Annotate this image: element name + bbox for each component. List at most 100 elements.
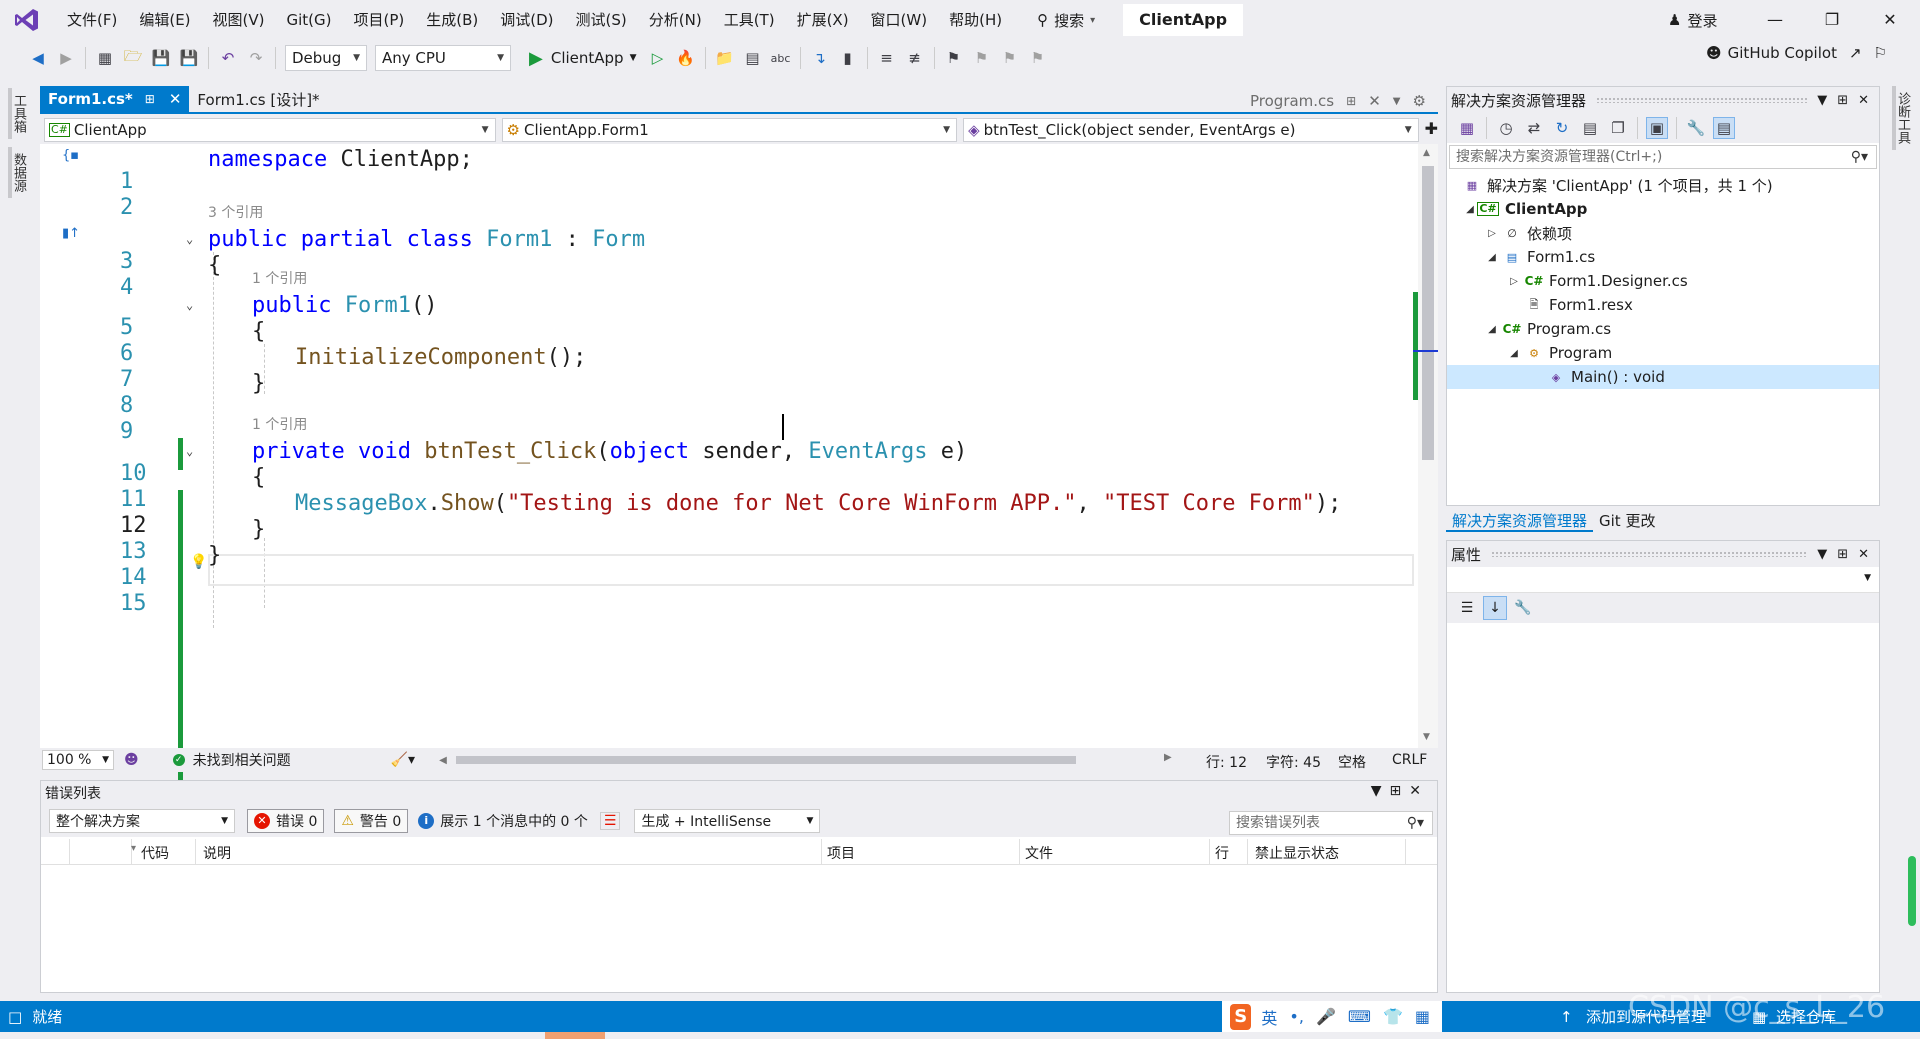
alphabetical-icon[interactable]: ↓	[1483, 596, 1507, 620]
menu-view[interactable]: 视图(V)	[202, 0, 276, 40]
menu-test[interactable]: 测试(S)	[565, 0, 638, 40]
codelens-references[interactable]: 3 个引用	[208, 202, 263, 222]
tab-overflow-icon[interactable]: ▼	[1393, 96, 1401, 107]
refresh-icon[interactable]: ↻	[1551, 117, 1573, 139]
tree-item-dependencies[interactable]: ▷ ∅ 依赖项	[1447, 221, 1879, 245]
code-editor[interactable]: {▪ ▮↑ 1 namespace ClientApp; 2 3 个引用 3 ⌄…	[40, 144, 1418, 794]
undo-icon[interactable]: ↶	[217, 47, 239, 69]
column-code[interactable]: 代码	[141, 843, 169, 863]
build-filter-dropdown[interactable]: 生成 + IntelliSense ▼	[634, 809, 821, 833]
menu-git[interactable]: Git(G)	[276, 0, 343, 40]
menu-extensions[interactable]: 扩展(X)	[786, 0, 860, 40]
save-icon[interactable]: 💾	[150, 47, 172, 69]
toolbox-grid-icon[interactable]: ▦	[1415, 1007, 1430, 1026]
start-without-debugging-icon[interactable]: ▷	[647, 47, 669, 69]
tree-item-form1-resx[interactable]: 🗎 Form1.resx	[1447, 293, 1879, 317]
new-project-icon[interactable]: ▦	[94, 47, 116, 69]
char-position[interactable]: 字符: 45	[1266, 752, 1321, 772]
project-dropdown[interactable]: C# ClientApp ▼	[44, 118, 496, 142]
tab-git-changes[interactable]: Git 更改	[1593, 508, 1661, 532]
close-tab-icon[interactable]: ✕	[1368, 92, 1381, 110]
filter-pending-icon[interactable]: ▣	[1646, 117, 1668, 139]
panel-menu-icon[interactable]: ▼	[1817, 547, 1827, 562]
drag-handle[interactable]	[1491, 551, 1808, 557]
issues-status[interactable]: 未找到相关问题	[193, 750, 291, 770]
close-window-button[interactable]: ✕	[1862, 0, 1918, 40]
expanded-icon[interactable]: ◢	[1485, 324, 1499, 335]
errors-filter-button[interactable]: ✕ 错误 0	[247, 809, 325, 833]
whitespace-mode[interactable]: 空格	[1338, 752, 1366, 772]
history-icon[interactable]: ◷	[1495, 117, 1517, 139]
properties-wrench-icon[interactable]: 🔧	[1685, 117, 1707, 139]
member-dropdown[interactable]: ◈ btnTest_Click(object sender, EventArgs…	[963, 118, 1419, 142]
expanded-icon[interactable]: ◢	[1463, 204, 1477, 215]
scope-dropdown[interactable]: 整个解决方案 ▼	[49, 809, 235, 833]
horizontal-scrollbar-thumb[interactable]	[456, 756, 1076, 764]
collapsed-icon[interactable]: ▷	[1507, 276, 1521, 287]
tab-solution-explorer[interactable]: 解决方案资源管理器	[1446, 508, 1594, 532]
tree-item-program-class[interactable]: ◢ ⚙ Program	[1447, 341, 1879, 365]
tab-form1-cs[interactable]: Form1.cs* ⊞ ✕	[40, 86, 190, 112]
layout-icon[interactable]: ▤	[742, 47, 764, 69]
expanded-icon[interactable]: ◢	[1507, 348, 1521, 359]
tree-item-form1-designer[interactable]: ▷ C# Form1.Designer.cs	[1447, 269, 1879, 293]
output-icon[interactable]: □	[8, 1008, 22, 1026]
menu-edit[interactable]: 编辑(E)	[128, 0, 201, 40]
menu-file[interactable]: 文件(F)	[56, 0, 128, 40]
solution-folder-icon[interactable]: 📁	[714, 47, 736, 69]
warnings-filter-button[interactable]: ⚠ 警告 0	[334, 809, 409, 833]
minimize-button[interactable]: —	[1747, 0, 1803, 40]
github-copilot-button[interactable]: ☻ GitHub Copilot ↗ ⚐	[1706, 44, 1887, 62]
collapse-icon[interactable]: ⌄	[186, 444, 193, 458]
keep-open-icon[interactable]: ⊞	[1346, 94, 1356, 108]
show-all-files-icon[interactable]: ❐	[1607, 117, 1629, 139]
menu-help[interactable]: 帮助(H)	[938, 0, 1013, 40]
pin-icon[interactable]: ⊞	[1837, 93, 1848, 108]
skin-icon[interactable]: 👕	[1383, 1007, 1403, 1026]
codelens-references[interactable]: 1 个引用	[252, 268, 307, 288]
menu-tools[interactable]: 工具(T)	[713, 0, 786, 40]
messages-filter-button[interactable]: i 展示 1 个消息中的 0 个	[418, 811, 588, 831]
expanded-icon[interactable]: ◢	[1485, 252, 1499, 263]
copilot-status-icon[interactable]: ☻	[124, 752, 139, 768]
switch-views-icon[interactable]: ▦	[1456, 117, 1478, 139]
menu-debug[interactable]: 调试(D)	[489, 0, 564, 40]
settings-gear-icon[interactable]: ⚙	[1412, 92, 1425, 110]
next-bookmark-icon[interactable]: ⚑	[999, 47, 1021, 69]
tab-program-cs-preview[interactable]: Program.cs ⊞ ✕ ▼ ⚙	[1250, 88, 1438, 114]
step-into-icon[interactable]: ↴	[809, 47, 831, 69]
microphone-icon[interactable]: 🎤	[1316, 1007, 1336, 1026]
tree-item-program[interactable]: ◢ C# Program.cs	[1447, 317, 1879, 341]
split-window-icon[interactable]: ✚	[1425, 119, 1438, 144]
hot-reload-icon[interactable]: 🔥	[675, 47, 697, 69]
clear-bookmarks-icon[interactable]: ⚑	[1027, 47, 1049, 69]
collapsed-icon[interactable]: ▷	[1485, 228, 1499, 239]
restore-button[interactable]: ❐	[1804, 0, 1860, 40]
configuration-dropdown[interactable]: Debug ▼	[285, 45, 367, 71]
menu-window[interactable]: 窗口(W)	[860, 0, 939, 40]
data-sources-tab[interactable]: 数据源	[8, 147, 28, 198]
categorized-icon[interactable]: ☰	[1455, 596, 1479, 620]
column-description[interactable]: 说明	[203, 843, 231, 863]
open-folder-icon[interactable]: 🗁	[122, 47, 144, 69]
platform-dropdown[interactable]: Any CPU ▼	[375, 45, 511, 71]
zoom-dropdown[interactable]: 100 % ▼	[42, 750, 114, 770]
punctuation-icon[interactable]: •,	[1289, 1007, 1304, 1026]
line-ending[interactable]: CRLF	[1392, 752, 1427, 768]
keyboard-icon[interactable]: ⌨	[1348, 1007, 1371, 1026]
vertical-scrollbar[interactable]: ▲ ▼	[1418, 144, 1438, 748]
navigate-forward-icon[interactable]: ▶	[55, 47, 77, 69]
collapse-icon[interactable]: ⌄	[186, 232, 193, 246]
ime-language[interactable]: 英	[1261, 1005, 1277, 1029]
feedback-icon[interactable]: ⚐	[1874, 44, 1887, 62]
drag-handle[interactable]	[1596, 97, 1808, 103]
tree-item-solution[interactable]: ▦ 解决方案 'ClientApp' (1 个项目，共 1 个)	[1447, 173, 1879, 197]
comment-out-icon[interactable]: ≡	[876, 47, 898, 69]
panel-controls[interactable]: ▼⊞✕	[1371, 783, 1429, 799]
visual-studio-logo-icon[interactable]	[14, 7, 40, 33]
bookmark-icon[interactable]: ⚑	[943, 47, 965, 69]
sogou-logo-icon[interactable]: S	[1230, 1003, 1252, 1030]
type-dropdown[interactable]: ⚙ ClientApp.Form1 ▼	[501, 118, 958, 142]
collapse-icon[interactable]: ⌄	[186, 298, 193, 312]
scroll-up-icon[interactable]: ▲	[1423, 148, 1430, 158]
